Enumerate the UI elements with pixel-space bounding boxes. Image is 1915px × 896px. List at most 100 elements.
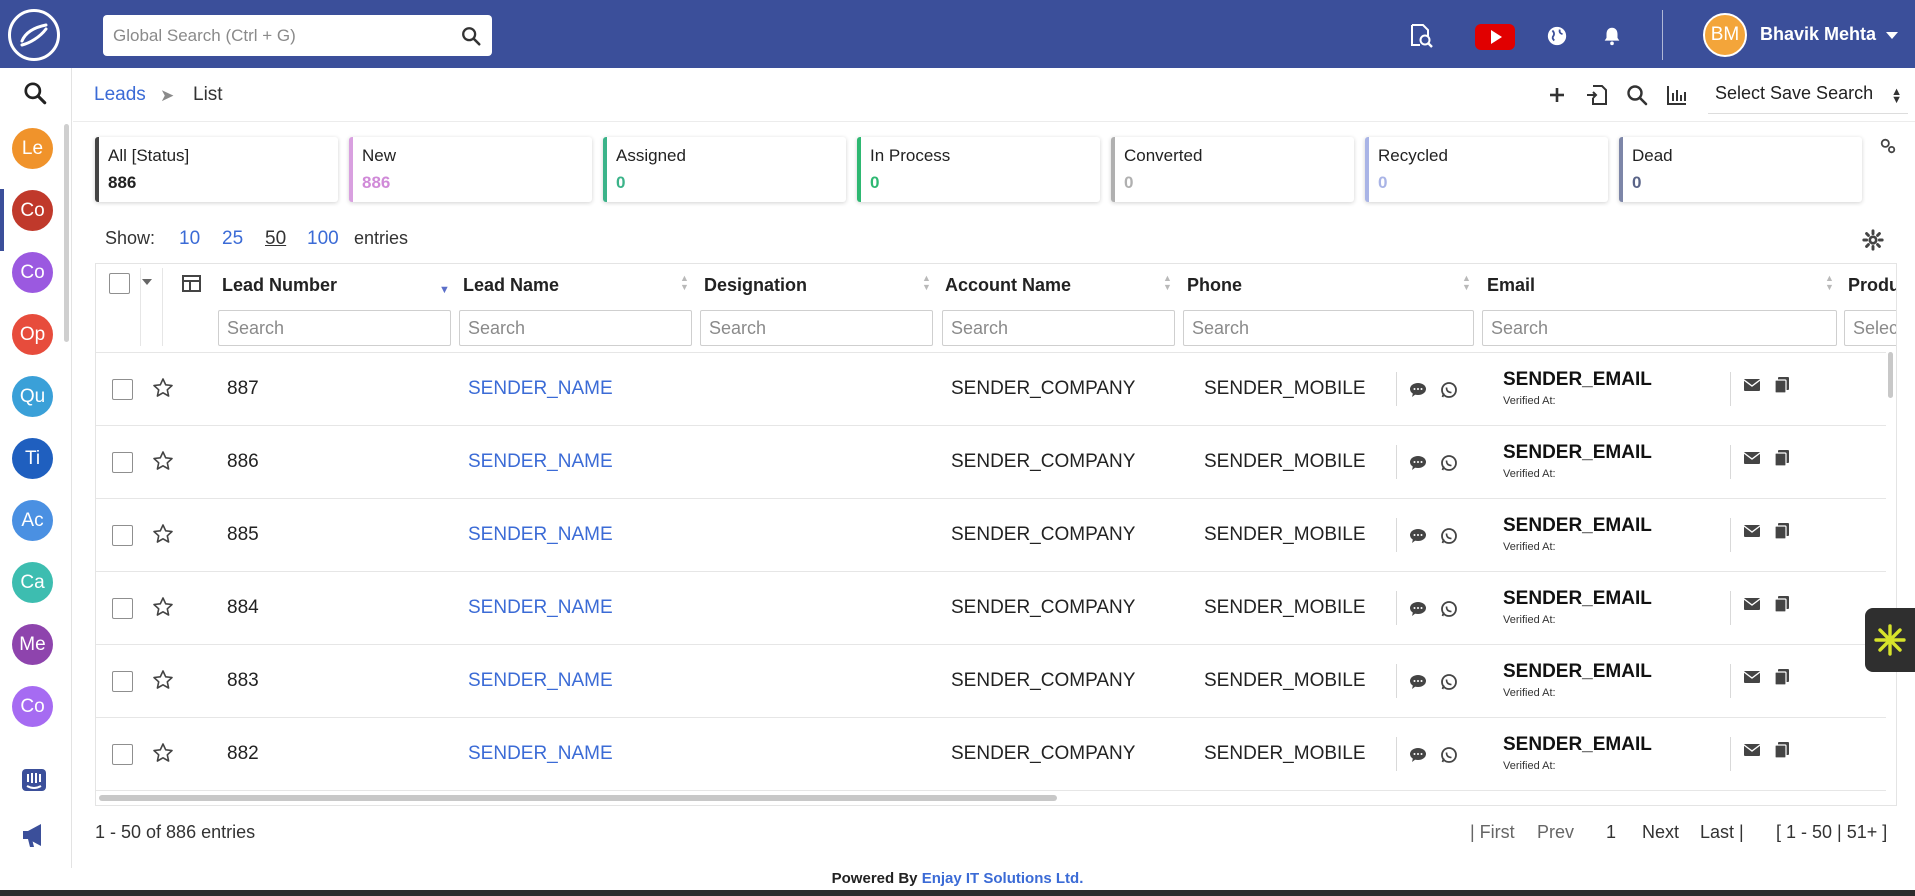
star-icon[interactable] — [151, 741, 175, 765]
pager-next[interactable]: Next — [1642, 822, 1679, 843]
status-card[interactable]: Converted 0 — [1111, 137, 1354, 202]
pager-current[interactable]: 1 — [1606, 822, 1616, 843]
sms-icon[interactable] — [1409, 454, 1427, 472]
sms-icon[interactable] — [1409, 746, 1427, 764]
horizontal-scrollbar[interactable] — [99, 795, 1057, 801]
copy-icon[interactable] — [1773, 595, 1791, 613]
status-card[interactable]: In Process 0 — [857, 137, 1100, 202]
star-icon[interactable] — [151, 595, 175, 619]
sort-icon[interactable]: ▲ ▼ — [680, 274, 689, 292]
copy-icon[interactable] — [1773, 668, 1791, 686]
table-row[interactable]: 883 SENDER_NAME SENDER_COMPANY SENDER_MOBIL… — [96, 645, 1886, 717]
mail-icon[interactable] — [1743, 449, 1761, 467]
row-checkbox[interactable] — [112, 598, 133, 619]
select-all-checkbox[interactable] — [109, 273, 130, 294]
status-card[interactable]: Recycled 0 — [1365, 137, 1608, 202]
search-account-name[interactable] — [942, 310, 1175, 346]
mail-icon[interactable] — [1743, 668, 1761, 686]
app-logo[interactable] — [8, 9, 60, 61]
star-icon[interactable] — [151, 449, 175, 473]
whatsapp-icon[interactable] — [1440, 746, 1458, 764]
user-name[interactable]: Bhavik Mehta — [1760, 24, 1876, 45]
lead-name-link[interactable]: SENDER_NAME — [468, 451, 613, 473]
copy-icon[interactable] — [1773, 449, 1791, 467]
sort-icon[interactable]: ▲ ▼ — [922, 274, 931, 292]
global-search[interactable] — [103, 15, 492, 56]
search-icon[interactable] — [1625, 83, 1649, 107]
row-checkbox[interactable] — [112, 452, 133, 473]
company-link[interactable]: Enjay IT Solutions Ltd. — [922, 870, 1084, 887]
sms-icon[interactable] — [1409, 381, 1427, 399]
lead-name-link[interactable]: SENDER_NAME — [468, 378, 613, 400]
pager-prev[interactable]: Prev — [1537, 822, 1574, 843]
intercom-icon[interactable] — [19, 765, 49, 795]
row-checkbox[interactable] — [112, 671, 133, 692]
chevron-down-icon[interactable] — [1886, 32, 1898, 39]
page-size-100[interactable]: 100 — [307, 228, 339, 250]
vertical-scrollbar[interactable] — [1888, 352, 1893, 398]
mail-icon[interactable] — [1743, 595, 1761, 613]
module-avatar[interactable]: Op — [12, 314, 53, 355]
status-card[interactable]: New 886 — [349, 137, 592, 202]
import-icon[interactable] — [1585, 83, 1609, 107]
status-card[interactable]: Dead 0 — [1619, 137, 1862, 202]
floating-assist-button[interactable] — [1865, 608, 1915, 672]
table-row[interactable]: 884 SENDER_NAME SENDER_COMPANY SENDER_MOBIL… — [96, 572, 1886, 644]
sort-icon[interactable]: ▲ ▼ — [1462, 274, 1471, 292]
module-avatar[interactable]: Qu — [12, 376, 53, 417]
module-avatar[interactable]: Co — [12, 190, 53, 231]
columns-icon[interactable] — [182, 275, 201, 292]
mail-icon[interactable] — [1743, 522, 1761, 540]
header-product[interactable]: Produ — [1848, 264, 1896, 304]
mail-icon[interactable] — [1743, 376, 1761, 394]
row-checkbox[interactable] — [112, 379, 133, 400]
table-row[interactable]: 882 SENDER_NAME SENDER_COMPANY SENDER_MOBIL… — [96, 718, 1886, 790]
copy-icon[interactable] — [1773, 522, 1791, 540]
gear-icon[interactable] — [1862, 229, 1884, 251]
breadcrumb-leads-link[interactable]: Leads — [94, 84, 146, 106]
sms-icon[interactable] — [1409, 673, 1427, 691]
search-designation[interactable] — [700, 310, 933, 346]
whatsapp-icon[interactable] — [1440, 381, 1458, 399]
sidebar-scrollbar[interactable] — [64, 124, 69, 342]
module-avatar[interactable]: Co — [12, 686, 53, 727]
search-icon[interactable] — [460, 25, 482, 47]
table-row[interactable]: 885 SENDER_NAME SENDER_COMPANY SENDER_MOBIL… — [96, 499, 1886, 571]
module-avatar[interactable]: Co — [12, 252, 53, 293]
header-lead-name[interactable]: Lead Name — [463, 264, 559, 304]
search-lead-name[interactable] — [459, 310, 692, 346]
search-icon[interactable] — [22, 80, 48, 106]
sort-icon[interactable]: ▲ ▼ — [1163, 274, 1172, 292]
megaphone-icon[interactable] — [19, 820, 49, 850]
lead-name-link[interactable]: SENDER_NAME — [468, 597, 613, 619]
search-lead-number[interactable] — [218, 310, 451, 346]
header-account-name[interactable]: Account Name — [945, 264, 1071, 304]
module-avatar[interactable]: Ti — [12, 438, 53, 479]
star-icon[interactable] — [151, 668, 175, 692]
table-row[interactable]: 886 SENDER_NAME SENDER_COMPANY SENDER_MOBIL… — [96, 426, 1886, 498]
bell-icon[interactable] — [1598, 22, 1626, 50]
module-avatar[interactable]: Ca — [12, 562, 53, 603]
copy-icon[interactable] — [1773, 741, 1791, 759]
whatsapp-icon[interactable] — [1440, 673, 1458, 691]
select-product[interactable] — [1844, 310, 1896, 346]
star-icon[interactable] — [151, 522, 175, 546]
pager-last[interactable]: Last | — [1700, 822, 1744, 843]
module-avatar[interactable]: Le — [12, 128, 53, 169]
page-size-10[interactable]: 10 — [179, 228, 200, 250]
lead-name-link[interactable]: SENDER_NAME — [468, 743, 613, 765]
whatsapp-icon[interactable] — [1440, 600, 1458, 618]
search-phone[interactable] — [1183, 310, 1474, 346]
page-size-25[interactable]: 25 — [222, 228, 243, 250]
sort-desc-icon[interactable]: ▼ — [439, 284, 450, 296]
pager-range[interactable]: [ 1 - 50 | 51+ ] — [1776, 822, 1887, 843]
sort-icon[interactable]: ▲ ▼ — [1825, 274, 1834, 292]
header-phone[interactable]: Phone — [1187, 264, 1242, 304]
whatsapp-icon[interactable] — [1440, 527, 1458, 545]
lead-name-link[interactable]: SENDER_NAME — [468, 670, 613, 692]
global-search-input[interactable] — [113, 15, 443, 56]
doc-search-icon[interactable] — [1407, 22, 1435, 50]
pager-first[interactable]: | First — [1470, 822, 1515, 843]
status-card[interactable]: Assigned 0 — [603, 137, 846, 202]
youtube-icon[interactable] — [1475, 24, 1515, 50]
